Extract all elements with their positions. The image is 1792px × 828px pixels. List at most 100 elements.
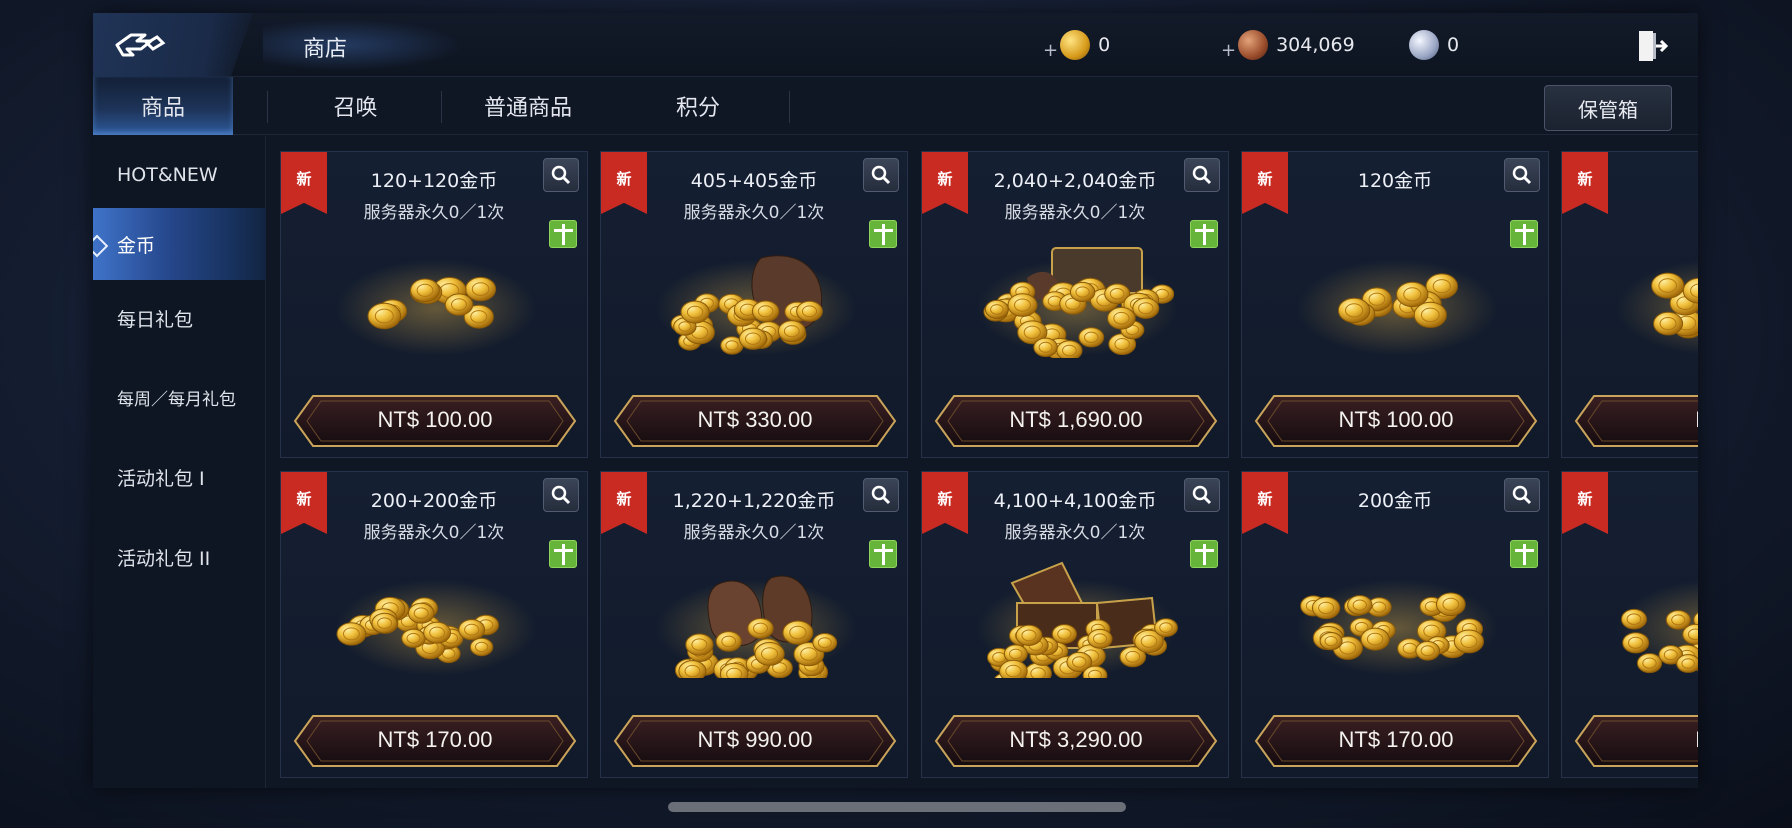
title-glow bbox=[263, 19, 463, 71]
silver-m-coin-icon bbox=[1409, 30, 1439, 60]
new-badge-label: 新 bbox=[1577, 490, 1593, 508]
back-arrow-icon bbox=[115, 33, 166, 57]
sidebar-item-event-pack-2[interactable]: 活动礼包 II bbox=[93, 518, 266, 596]
product-card[interactable]: 新 40 NT$ bbox=[1561, 151, 1698, 458]
zoom-button[interactable] bbox=[1184, 158, 1220, 192]
sidebar-item-event-pack-1[interactable]: 活动礼包 I bbox=[93, 438, 266, 516]
sidebar-item-label: 活动礼包 I bbox=[117, 467, 205, 490]
product-image bbox=[972, 558, 1182, 692]
product-image bbox=[1292, 238, 1502, 358]
add-bronze-button[interactable]: + bbox=[1221, 40, 1236, 61]
magnifier-icon bbox=[1512, 485, 1532, 505]
magnifier-icon bbox=[871, 165, 891, 185]
product-image bbox=[331, 558, 541, 678]
price-button[interactable]: NT$ bbox=[1572, 392, 1698, 450]
price-label: NT$ bbox=[1572, 407, 1698, 433]
product-card[interactable]: 新 120+120金币 服务器永久0／1次 NT$ 100.00 bbox=[280, 151, 588, 458]
product-card[interactable]: 新 1,2 NT$ bbox=[1561, 471, 1698, 778]
gift-icon[interactable] bbox=[549, 220, 577, 248]
price-button[interactable]: NT$ 170.00 bbox=[1252, 712, 1540, 770]
new-badge-label: 新 bbox=[616, 170, 632, 188]
new-badge-label: 新 bbox=[937, 170, 953, 188]
product-card[interactable]: 新 200金币 NT$ 170.00 bbox=[1241, 471, 1549, 778]
price-label: NT$ 3,290.00 bbox=[1009, 727, 1143, 752]
new-badge-label: 新 bbox=[937, 490, 953, 508]
new-badge: 新 bbox=[1562, 152, 1608, 214]
gift-icon[interactable] bbox=[1510, 540, 1538, 568]
product-image bbox=[651, 238, 861, 358]
zoom-button[interactable] bbox=[543, 478, 579, 512]
product-image bbox=[972, 238, 1182, 361]
new-badge-label: 新 bbox=[1257, 170, 1273, 188]
price-label: NT$ 100.00 bbox=[1338, 407, 1454, 432]
new-badge-label: 新 bbox=[296, 170, 312, 188]
zoom-button[interactable] bbox=[543, 158, 579, 192]
product-name: 200金币 bbox=[1357, 490, 1433, 512]
product-name: 1,2 bbox=[1622, 486, 1698, 508]
gift-icon[interactable] bbox=[869, 540, 897, 568]
zoom-button[interactable] bbox=[1184, 478, 1220, 512]
product-card[interactable]: 新 1,220+1,220金币 服务器永久0／1次 NT$ 990.00 bbox=[600, 471, 908, 778]
purchase-limit: 服务器永久0／1次 bbox=[683, 523, 825, 543]
tab-products[interactable]: 商品 bbox=[93, 77, 233, 135]
new-badge-label: 新 bbox=[616, 490, 632, 508]
price-button[interactable]: NT$ 330.00 bbox=[611, 392, 899, 450]
price-button[interactable]: NT$ 100.00 bbox=[1252, 392, 1540, 450]
sidebar-item-weekly-monthly-pack[interactable]: 每周／每月礼包 bbox=[93, 358, 266, 436]
gift-icon[interactable] bbox=[549, 540, 577, 568]
sidebar-item-daily-pack[interactable]: 每日礼包 bbox=[93, 279, 266, 357]
price-label: NT$ 170.00 bbox=[1338, 727, 1454, 752]
product-image bbox=[1612, 238, 1698, 358]
price-button[interactable]: NT$ bbox=[1572, 712, 1698, 770]
price-button[interactable]: NT$ 1,690.00 bbox=[932, 392, 1220, 450]
product-card[interactable]: 新 200+200金币 服务器永久0／1次 NT$ 170.00 bbox=[280, 471, 588, 778]
zoom-button[interactable] bbox=[1504, 158, 1540, 192]
product-name: 120+120金币 bbox=[370, 170, 498, 192]
zoom-button[interactable] bbox=[863, 478, 899, 512]
purchase-limit: 服务器永久0／1次 bbox=[363, 203, 505, 223]
product-image bbox=[331, 238, 541, 358]
product-name: 40 bbox=[1622, 166, 1698, 188]
selected-diamond-icon bbox=[93, 234, 109, 258]
product-name: 2,040+2,040金币 bbox=[993, 170, 1157, 192]
product-name: 120金币 bbox=[1357, 170, 1433, 192]
exit-button[interactable] bbox=[1636, 29, 1669, 63]
tab-summon[interactable]: 召唤 bbox=[268, 77, 443, 135]
price-button[interactable]: NT$ 3,290.00 bbox=[932, 712, 1220, 770]
sidebar-item-label: HOT&NEW bbox=[117, 164, 218, 186]
product-name: 1,220+1,220金币 bbox=[672, 490, 836, 512]
bronze-coin-icon bbox=[1238, 30, 1269, 60]
new-badge: 新 bbox=[1242, 152, 1288, 214]
product-card[interactable]: 新 120金币 NT$ 100.00 bbox=[1241, 151, 1549, 458]
price-button[interactable]: NT$ 990.00 bbox=[611, 712, 899, 770]
tab-general-items[interactable]: 普通商品 bbox=[442, 77, 614, 135]
product-name: 405+405金币 bbox=[690, 170, 818, 192]
gift-icon[interactable] bbox=[1190, 540, 1218, 568]
zoom-button[interactable] bbox=[1504, 478, 1540, 512]
sidebar-item-label: 每日礼包 bbox=[117, 308, 194, 331]
zoom-button[interactable] bbox=[863, 158, 899, 192]
back-button[interactable] bbox=[93, 13, 253, 77]
sidebar-item-hot-new[interactable]: HOT&NEW bbox=[93, 136, 266, 214]
top-bar: 商店 + 0 + 304,069 0 bbox=[93, 13, 1698, 77]
silver-value: 0 bbox=[1447, 34, 1460, 56]
gift-icon[interactable] bbox=[1510, 220, 1538, 248]
price-button[interactable]: NT$ 170.00 bbox=[291, 712, 579, 770]
price-button[interactable]: NT$ 100.00 bbox=[291, 392, 579, 450]
tab-points[interactable]: 积分 bbox=[623, 77, 773, 135]
bronze-value: 304,069 bbox=[1276, 34, 1355, 56]
purchase-limit: 服务器永久0／1次 bbox=[363, 523, 505, 543]
product-card[interactable]: 新 405+405金币 服务器永久0／1次 NT$ 330.00 bbox=[600, 151, 908, 458]
magnifier-icon bbox=[1192, 165, 1212, 185]
home-indicator[interactable] bbox=[668, 802, 1126, 812]
product-image bbox=[1292, 558, 1502, 678]
page-title: 商店 bbox=[303, 37, 348, 62]
new-badge-label: 新 bbox=[1257, 490, 1273, 508]
storage-box-button[interactable]: 保管箱 bbox=[1544, 85, 1672, 131]
gift-icon[interactable] bbox=[869, 220, 897, 248]
product-card[interactable]: 新 4,100+4,100金币 服务器永久0／1次 NT$ 3,290.00 bbox=[921, 471, 1229, 778]
product-card[interactable]: 新 2,040+2,040金币 服务器永久0／1次 NT$ 1,690.00 bbox=[921, 151, 1229, 458]
sidebar-item-gold[interactable]: 金币 bbox=[93, 208, 266, 280]
gift-icon[interactable] bbox=[1190, 220, 1218, 248]
add-gold-button[interactable]: + bbox=[1043, 40, 1058, 61]
